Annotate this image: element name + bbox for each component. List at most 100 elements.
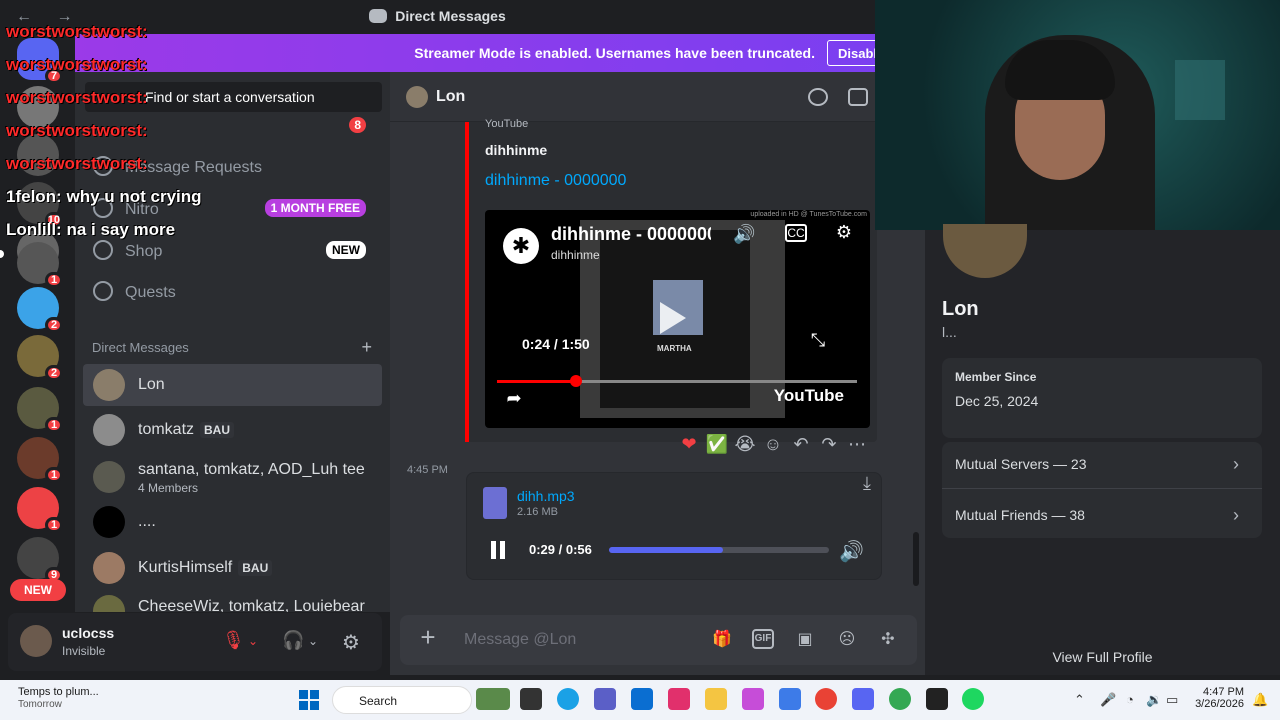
overlay-line: worstworstworst: xyxy=(6,55,148,74)
store-icon[interactable] xyxy=(631,688,653,710)
voice-call-icon[interactable] xyxy=(808,88,828,106)
youtube-embed: YouTube dihhinme dihhinme - 0000000 MART… xyxy=(465,118,877,442)
forward-icon[interactable]: ↷ xyxy=(815,434,843,455)
scrollbar[interactable] xyxy=(913,532,919,586)
profile-subtitle: l... xyxy=(942,324,957,340)
spotify-icon[interactable] xyxy=(962,688,984,710)
create-dm-icon[interactable]: + xyxy=(361,337,372,358)
app-icon[interactable] xyxy=(926,688,948,710)
video-call-icon[interactable] xyxy=(848,88,868,106)
taskbar-search[interactable]: Search xyxy=(332,686,472,714)
server-icon[interactable]: 1 xyxy=(17,387,63,433)
discord-taskbar-icon[interactable] xyxy=(852,688,874,710)
windows-start-icon[interactable] xyxy=(299,690,319,710)
teams-icon[interactable] xyxy=(594,688,616,710)
mutual-friends-row[interactable]: Mutual Friends — 38 › xyxy=(955,505,1249,525)
dm-item-lon[interactable]: Lon xyxy=(83,364,382,406)
video-progress-bar[interactable] xyxy=(497,380,857,383)
profile-panel: Lon l... Member Since Dec 25, 2024 Mutua… xyxy=(925,224,1280,675)
widget-icon[interactable] xyxy=(476,688,510,710)
notification-bell-icon[interactable]: 🔔 xyxy=(1252,692,1268,708)
video-title: dihhinme - 0000000 xyxy=(551,224,711,244)
mic-icon[interactable]: 🎤 xyxy=(1100,692,1116,708)
profile-avatar[interactable] xyxy=(943,224,1027,278)
copilot-icon[interactable] xyxy=(742,688,764,710)
server-icon[interactable]: 2 xyxy=(17,335,63,381)
chevron-right-icon: › xyxy=(1233,454,1239,474)
embed-author[interactable]: dihhinme xyxy=(485,142,547,158)
chrome-icon[interactable] xyxy=(815,688,837,710)
message-input[interactable] xyxy=(464,628,694,652)
server-icon[interactable]: 1 xyxy=(17,242,63,288)
chrome-profile-icon[interactable] xyxy=(889,688,911,710)
captions-icon[interactable]: CC xyxy=(785,224,807,242)
dm-item-dots[interactable]: .... xyxy=(83,501,382,543)
app-icon[interactable] xyxy=(520,688,542,710)
youtube-logo[interactable]: YouTube xyxy=(774,386,844,406)
battery-icon[interactable]: ▭ xyxy=(1166,692,1178,708)
nav-quests[interactable]: Quests xyxy=(93,281,176,302)
add-reaction-icon[interactable]: ☺ xyxy=(759,434,787,455)
audio-progress-bar[interactable] xyxy=(609,547,829,553)
embed-title-link[interactable]: dihhinme - 0000000 xyxy=(485,172,626,190)
headphones-icon[interactable]: 🎧 xyxy=(282,630,304,652)
dm-item-tomkatz[interactable]: tomkatz BAU xyxy=(83,409,382,451)
chat-area: Lon YouTube dihhinme dihhinme - 0000000 … xyxy=(390,72,925,675)
file-explorer-icon[interactable] xyxy=(705,688,727,710)
gift-icon[interactable]: 🎁 xyxy=(711,629,733,651)
video-time: 0:24 / 1:50 xyxy=(522,336,590,352)
instagram-icon[interactable] xyxy=(668,688,690,710)
dm-item-group[interactable]: santana, tomkatz, AOD_Luh tee 4 Members xyxy=(83,456,382,498)
pause-icon[interactable] xyxy=(491,541,507,559)
disable-streamer-mode-button[interactable]: Disable xyxy=(827,40,879,66)
user-group-icon[interactable]: 2 xyxy=(17,287,63,333)
user-avatar[interactable] xyxy=(20,625,52,657)
mutual-servers-row[interactable]: Mutual Servers — 23 › xyxy=(955,454,1249,474)
upload-plus-icon[interactable]: + xyxy=(416,624,440,650)
avatar xyxy=(93,506,125,538)
heart-reaction[interactable]: ❤ xyxy=(675,434,703,455)
more-icon[interactable]: ⋯ xyxy=(843,434,871,455)
sticker-icon[interactable]: ▣ xyxy=(794,629,816,651)
channel-avatar[interactable]: ✱ xyxy=(503,228,539,264)
settings-gear-icon[interactable]: ⚙ xyxy=(342,630,364,654)
attachment-filename[interactable]: dihh.mp3 xyxy=(517,488,575,504)
video-channel: dihhinme xyxy=(551,248,600,262)
dm-item-cheesewiz[interactable]: CheeseWiz, tomkatz, Louiebear xyxy=(83,590,382,612)
taskbar-clock[interactable]: 4:47 PM 3/26/2026 xyxy=(1195,686,1244,710)
clan-tag: BAU xyxy=(238,560,273,576)
reply-icon[interactable]: ↶ xyxy=(787,434,815,455)
avatar xyxy=(93,369,125,401)
dm-item-kurtis[interactable]: KurtisHimself BAU xyxy=(83,547,382,589)
view-full-profile-link[interactable]: View Full Profile xyxy=(925,649,1280,665)
check-reaction[interactable]: ✅ xyxy=(703,434,731,455)
sob-reaction[interactable]: 😭 xyxy=(731,434,759,455)
volume-icon[interactable]: 🔊 xyxy=(733,224,755,244)
overlay-line: worstworstworst: xyxy=(6,22,148,41)
chevron-down-icon[interactable]: ⌄ xyxy=(308,634,330,656)
video-player[interactable]: MARTHA uploaded in HD @ TunesToTube.com … xyxy=(485,210,870,428)
server-icon[interactable]: 9 xyxy=(17,537,63,583)
volume-icon[interactable]: 🔊 xyxy=(839,539,864,564)
wifi-icon[interactable]: ◔ xyxy=(1126,692,1134,707)
download-icon[interactable]: ⤓ xyxy=(863,473,871,494)
fullscreen-icon[interactable]: ⤡ xyxy=(807,330,829,350)
gif-icon[interactable]: GIF xyxy=(752,629,774,649)
server-icon[interactable]: 1 xyxy=(17,437,63,483)
apps-icon[interactable]: ✣ xyxy=(877,629,899,651)
new-unreads-pill[interactable]: NEW xyxy=(10,579,66,601)
weather-widget[interactable]: Temps to plum... Tomorrow xyxy=(18,686,99,710)
share-icon[interactable]: ➦ xyxy=(503,388,525,408)
edge-icon[interactable] xyxy=(557,688,579,710)
app-icon[interactable] xyxy=(779,688,801,710)
play-icon[interactable] xyxy=(660,302,686,334)
message-timestamp: 4:45 PM xyxy=(407,464,448,476)
chevron-down-icon[interactable]: ⌄ xyxy=(248,634,270,656)
speaker-icon[interactable]: 🔉 xyxy=(1146,692,1162,708)
chevron-up-icon[interactable]: ⌃ xyxy=(1074,692,1085,708)
emoji-icon[interactable]: ☹ xyxy=(836,629,858,651)
message-composer: + 🎁 GIF ▣ ☹ ✣ xyxy=(400,615,917,665)
user-add-icon[interactable]: 1 xyxy=(17,487,63,533)
settings-icon[interactable]: ⚙ xyxy=(833,222,855,242)
mic-muted-icon[interactable]: 🎙 xyxy=(222,630,245,652)
